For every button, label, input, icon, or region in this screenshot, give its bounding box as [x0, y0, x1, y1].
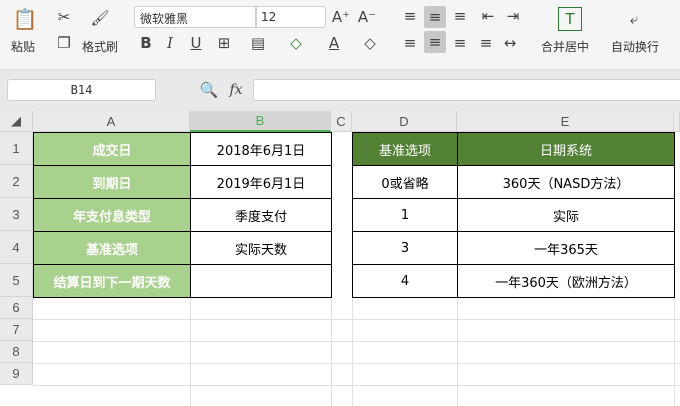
select-all-corner[interactable]: ◢	[0, 111, 33, 132]
system-cell-e3[interactable]: 实际	[457, 198, 675, 232]
value-cell-b4[interactable]: 实际天数	[190, 231, 332, 265]
row-header-7[interactable]: 7	[0, 319, 33, 341]
row-header-1[interactable]: 1	[0, 132, 33, 165]
formula-input[interactable]	[253, 79, 680, 101]
paste-button[interactable]: 粘贴	[11, 38, 35, 55]
merge-center-button[interactable]: 合并居中	[541, 38, 589, 55]
basis-cell-d4[interactable]: 3	[352, 231, 458, 265]
paste-icon[interactable]: 📋	[12, 6, 38, 32]
row-header-6[interactable]: 6	[0, 297, 33, 319]
label-cell-a3[interactable]: 年支付息类型	[33, 198, 191, 232]
decrease-font-icon[interactable]: A⁻	[356, 6, 378, 28]
label-cell-a5[interactable]: 结算日到下一期天数	[33, 264, 191, 298]
decrease-indent-icon[interactable]: ⇤	[478, 6, 498, 26]
align-right-icon[interactable]: ≡	[450, 33, 470, 53]
basis-cell-d2[interactable]: 0或省略	[352, 165, 458, 199]
clear-icon[interactable]: ◇	[358, 33, 382, 53]
align-center-icon[interactable]: ≡	[424, 31, 446, 53]
spreadsheet-grid[interactable]: ◢ A B C D E 1 2 3 4 5 6 7 8 9 成交日 2018年6…	[0, 111, 680, 406]
align-left-icon[interactable]: ≡	[400, 33, 420, 53]
basis-cell-d3[interactable]: 1	[352, 198, 458, 232]
justify-icon[interactable]: ≡	[476, 33, 496, 53]
row-header-3[interactable]: 3	[0, 198, 33, 231]
font-size-select[interactable]: 12	[256, 6, 326, 28]
increase-indent-icon[interactable]: ⇥	[503, 6, 523, 26]
align-middle-icon[interactable]: ≡	[424, 6, 446, 28]
column-header-f[interactable]	[674, 111, 680, 132]
value-cell-b2[interactable]: 2019年6月1日	[190, 165, 332, 199]
copy-icon[interactable]: ❐	[54, 33, 74, 53]
underline-icon[interactable]: U	[186, 33, 206, 53]
system-cell-e5[interactable]: 一年360天（欧洲方法）	[457, 264, 675, 298]
increase-font-icon[interactable]: A⁺	[330, 6, 352, 28]
header-cell-d1[interactable]: 基准选项	[352, 132, 458, 166]
column-header-d[interactable]: D	[352, 111, 457, 132]
zoom-search-icon[interactable]: 🔍	[200, 80, 219, 100]
header-cell-e1[interactable]: 日期系统	[457, 132, 675, 166]
system-cell-e2[interactable]: 360天（NASD方法）	[457, 165, 675, 199]
value-cell-b5[interactable]	[190, 264, 332, 298]
align-bottom-icon[interactable]: ≡	[450, 6, 470, 26]
format-painter-icon[interactable]: 🖌	[88, 6, 112, 30]
basis-cell-d5[interactable]: 4	[352, 264, 458, 298]
row-header-2[interactable]: 2	[0, 165, 33, 198]
row-header-9[interactable]: 9	[0, 363, 33, 385]
value-cell-b1[interactable]: 2018年6月1日	[190, 132, 332, 166]
font-color-icon[interactable]: A	[322, 33, 346, 53]
cut-icon[interactable]: ✂	[54, 7, 74, 27]
distributed-icon[interactable]: ↔	[500, 33, 520, 53]
italic-icon[interactable]: I	[160, 33, 180, 53]
fill-color-icon[interactable]: ◇	[284, 33, 308, 53]
name-box[interactable]: B14	[7, 79, 156, 101]
format-painter-button[interactable]: 格式刷	[82, 38, 118, 55]
value-cell-b3[interactable]: 季度支付	[190, 198, 332, 232]
merge-center-icon[interactable]: T	[558, 7, 582, 31]
column-header-e[interactable]: E	[457, 111, 674, 132]
borders-icon[interactable]: ⊞	[212, 33, 236, 53]
wrap-text-icon[interactable]: ⤶	[622, 7, 646, 31]
label-cell-a2[interactable]: 到期日	[33, 165, 191, 199]
fx-icon[interactable]: fx	[226, 80, 246, 100]
bold-icon[interactable]: B	[136, 33, 156, 53]
ribbon-toolbar: 📋 粘贴 ✂ ❐ 🖌 格式刷 微软雅黑 12 A⁺ A⁻ B I U ⊞ ▤ ◇…	[0, 0, 680, 70]
cell-style-icon[interactable]: ▤	[246, 33, 270, 53]
label-cell-a1[interactable]: 成交日	[33, 132, 191, 166]
column-header-b[interactable]: B	[190, 111, 331, 132]
row-header-4[interactable]: 4	[0, 231, 33, 264]
column-header-c[interactable]: C	[331, 111, 352, 132]
wrap-text-button[interactable]: 自动换行	[611, 38, 659, 55]
row-header-5[interactable]: 5	[0, 264, 33, 297]
column-header-a[interactable]: A	[33, 111, 190, 132]
row-header-8[interactable]: 8	[0, 341, 33, 363]
system-cell-e4[interactable]: 一年365天	[457, 231, 675, 265]
font-name-select[interactable]: 微软雅黑	[134, 6, 256, 28]
align-top-icon[interactable]: ≡	[400, 6, 420, 26]
label-cell-a4[interactable]: 基准选项	[33, 231, 191, 265]
formula-bar: B14 🔍 fx	[0, 70, 680, 111]
